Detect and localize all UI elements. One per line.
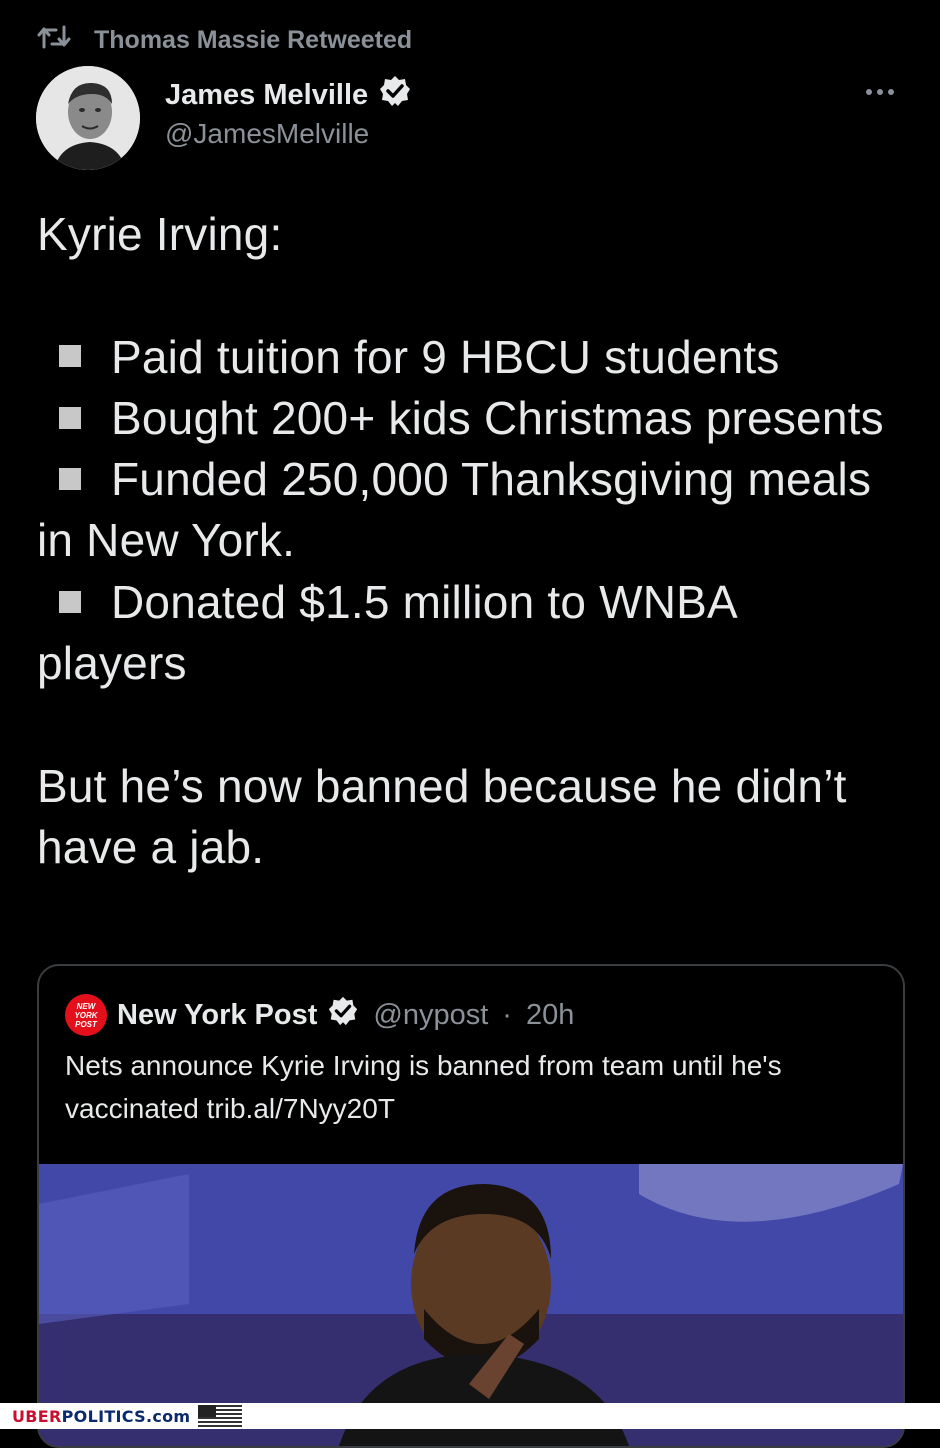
watermark-rest: POLITICS.com	[61, 1406, 191, 1426]
bullet-square-icon	[59, 590, 81, 613]
quoted-author-handle: @nypost	[373, 998, 489, 1031]
retweet-icon	[36, 23, 72, 58]
avatar[interactable]	[36, 66, 140, 170]
watermark-text: UBERPOLITICS.com	[12, 1407, 190, 1426]
retweet-label: Thomas Massie Retweeted	[94, 25, 413, 54]
nypost-logo-icon: NEW YORK POST	[65, 994, 107, 1036]
bullet-square-icon	[59, 345, 81, 368]
verified-icon	[327, 995, 359, 1035]
quoted-separator: ·	[502, 998, 512, 1031]
more-icon[interactable]	[866, 80, 906, 104]
author-display-name: James Melville	[165, 78, 369, 111]
tweet-closing: But he’s now banned because he didn’t ha…	[37, 759, 860, 873]
watermark-uber: UBER	[12, 1406, 62, 1426]
us-flag-icon	[198, 1405, 243, 1427]
svg-text:YORK: YORK	[74, 1011, 98, 1020]
quoted-tweet[interactable]: NEW YORK POST New York Post @nypost · 20…	[37, 964, 905, 1448]
retweet-context[interactable]: Thomas Massie Retweeted	[36, 24, 412, 56]
site-watermark: UBERPOLITICS.com	[0, 1403, 940, 1429]
author-handle[interactable]: @JamesMelville	[165, 118, 369, 150]
quoted-author-name: New York Post	[117, 998, 318, 1031]
author-name[interactable]: James Melville	[165, 74, 412, 116]
bullet-square-icon	[59, 468, 81, 491]
svg-text:POST: POST	[75, 1020, 98, 1029]
tweet-bullet: Donated $1.5 million to WNBA players	[37, 575, 749, 690]
tweet-bullet: Bought 200+ kids Christmas presents	[111, 391, 884, 444]
quoted-tweet-header: NEW YORK POST New York Post @nypost · 20…	[65, 994, 574, 1036]
bullet-square-icon	[59, 406, 81, 429]
tweet-text: Kyrie Irving: Paid tuition for 9 HBCU st…	[37, 204, 887, 878]
verified-icon	[378, 74, 412, 116]
svg-text:NEW: NEW	[77, 1002, 97, 1011]
quoted-tweet-text: Nets announce Kyrie Irving is banned fro…	[65, 1050, 782, 1124]
tweet-bullet: Funded 250,000 Thanksgiving meals in New…	[37, 453, 885, 567]
tweet-title: Kyrie Irving:	[37, 208, 283, 260]
quoted-timestamp: 20h	[525, 998, 575, 1031]
tweet-bullet: Paid tuition for 9 HBCU students	[111, 330, 780, 383]
